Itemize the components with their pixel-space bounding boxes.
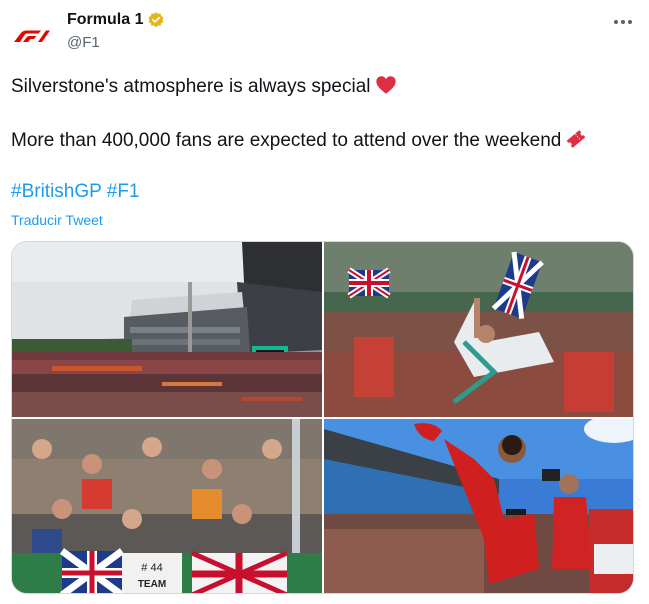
more-options-button[interactable] — [606, 12, 640, 32]
f1-logo-icon — [14, 30, 50, 42]
author-avatar[interactable] — [11, 15, 53, 57]
more-options-icon — [614, 20, 618, 24]
driver-celebration-photo[interactable] — [324, 419, 633, 593]
verified-badge-icon — [148, 12, 164, 28]
fans-stand-photo[interactable]: # 44 TEAM — [12, 419, 322, 593]
red-heart-icon — [375, 76, 396, 94]
media-grid: # 44 TEAM — [11, 241, 634, 594]
hashtag-f1[interactable]: #F1 — [107, 181, 140, 202]
author-handle[interactable]: @F1 — [67, 34, 100, 52]
tweet-hashtags: #BritishGP #F1 — [11, 180, 140, 204]
banner-team-text: TEAM — [138, 579, 166, 590]
tweet-text-atmosphere: Silverstone's atmosphere is always speci… — [11, 76, 371, 97]
tweet-text-attendance: More than 400,000 fans are expected to a… — [11, 130, 562, 151]
author-name-row: Formula 1 — [67, 10, 165, 30]
banner-numbers-text: # 44 — [141, 562, 162, 574]
tweet-text-line-1: Silverstone's atmosphere is always speci… — [11, 74, 397, 99]
hashtag-britishgp[interactable]: #BritishGP — [11, 181, 101, 202]
driver-crowd-surf-photo[interactable] — [324, 242, 633, 417]
more-options-icon — [628, 20, 632, 24]
ticket-icon — [567, 130, 586, 148]
author-display-name[interactable]: Formula 1 — [67, 10, 143, 30]
tweet-text-line-2: More than 400,000 fans are expected to a… — [11, 128, 587, 153]
more-options-icon — [621, 20, 625, 24]
grandstand-photo[interactable] — [12, 242, 322, 417]
tweet-card: Formula 1 @F1 Silverstone's atmosphere i… — [0, 0, 649, 604]
translate-tweet-link[interactable]: Traducir Tweet — [11, 211, 103, 229]
